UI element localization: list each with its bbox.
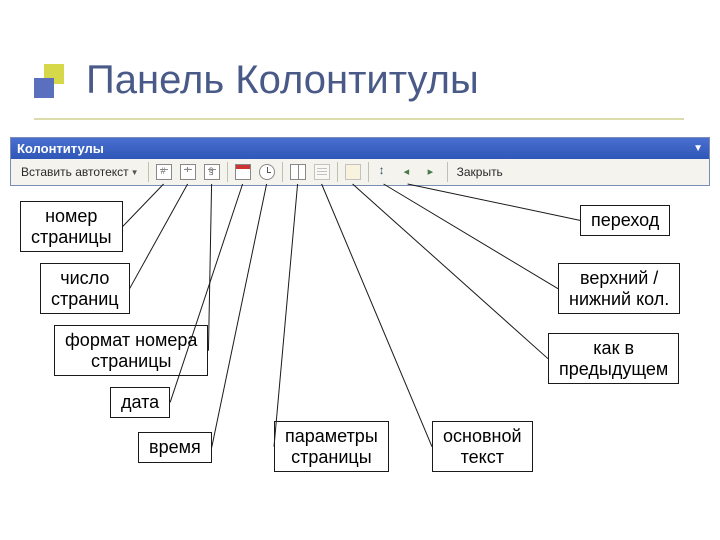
title-bullet-icon	[34, 64, 68, 98]
label-number-format: формат номерастраницы	[54, 325, 208, 376]
insert-autotext-button[interactable]: Вставить автотекст ▼	[15, 161, 145, 183]
toolbar-menu-caret-icon[interactable]: ▼	[693, 143, 703, 154]
headers-footers-toolbar: Колонтитулы ▼ Вставить автотекст ▼	[10, 137, 710, 186]
label-page-number: номерстраницы	[20, 201, 123, 252]
page-number-button[interactable]	[152, 161, 176, 183]
show-previous-button[interactable]	[396, 161, 420, 183]
show-body-text-button[interactable]	[310, 161, 334, 183]
separator	[368, 162, 369, 182]
same-as-previous-button[interactable]	[341, 161, 365, 183]
close-label: Закрыть	[457, 165, 503, 179]
switch-header-footer-button[interactable]	[372, 161, 396, 183]
separator	[447, 162, 448, 182]
insert-autotext-label: Вставить автотекст	[21, 165, 129, 179]
separator	[282, 162, 283, 182]
label-date: дата	[110, 387, 170, 418]
dropdown-caret-icon: ▼	[131, 168, 139, 177]
label-switch-hf: верхний /нижний кол.	[558, 263, 680, 314]
page-setup-button[interactable]	[286, 161, 310, 183]
label-same-as-prev: как впредыдущем	[548, 333, 679, 384]
label-body-text: основнойтекст	[432, 421, 533, 472]
insert-date-button[interactable]	[231, 161, 255, 183]
label-page-count: числостраниц	[40, 263, 130, 314]
toolbar-titlebar[interactable]: Колонтитулы ▼	[11, 138, 709, 159]
show-next-button[interactable]	[420, 161, 444, 183]
close-button[interactable]: Закрыть	[451, 161, 509, 183]
label-time: время	[138, 432, 212, 463]
slide-title: Панель Колонтитулы	[86, 58, 479, 103]
title-underline	[34, 118, 684, 120]
separator	[337, 162, 338, 182]
label-page-setup: параметрыстраницы	[274, 421, 389, 472]
separator	[148, 162, 149, 182]
label-goto: переход	[580, 205, 670, 236]
separator	[227, 162, 228, 182]
insert-time-button[interactable]	[255, 161, 279, 183]
number-format-button[interactable]	[200, 161, 224, 183]
page-count-button[interactable]	[176, 161, 200, 183]
toolbar-title: Колонтитулы	[17, 141, 104, 156]
